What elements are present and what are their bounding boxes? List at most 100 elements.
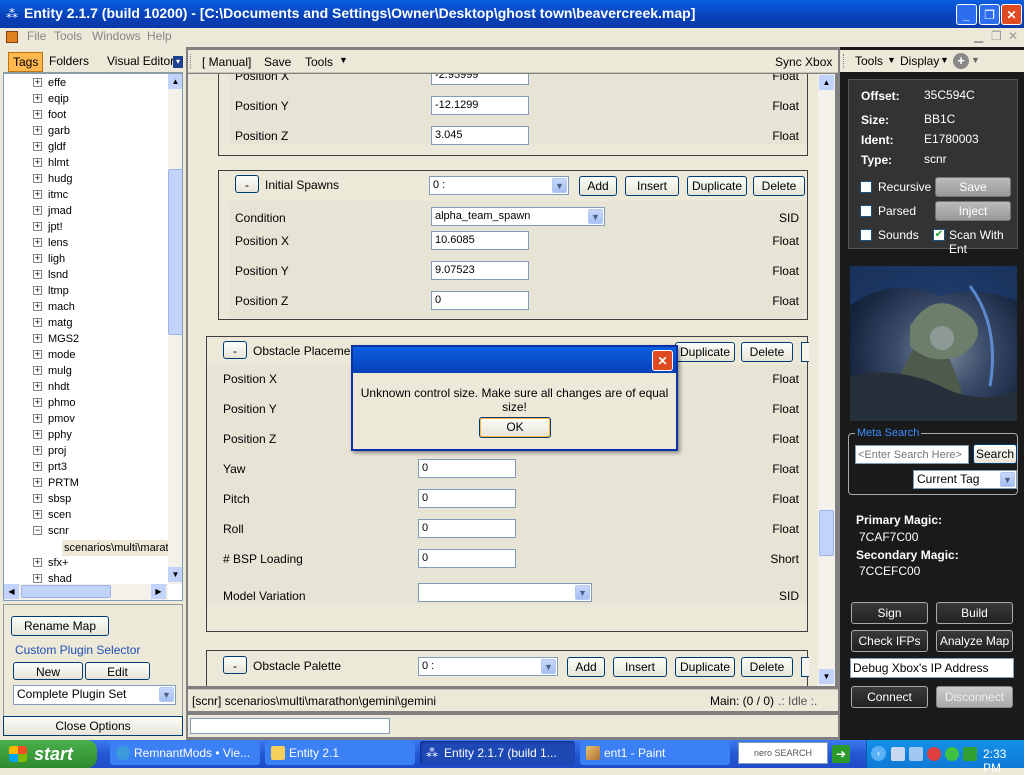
tree-node[interactable]: + sfx+ [4,555,164,571]
mdi-close-icon[interactable]: ✕ [1008,29,1018,43]
scroll-thumb[interactable] [168,169,182,335]
tree-node[interactable]: + nhdt [4,379,164,395]
taskbar-item-entity-app[interactable]: ⁂ Entity 2.1.7 (build 1... [420,741,575,765]
parsed-checkbox[interactable] [860,205,872,217]
tree-node[interactable]: + mach [4,299,164,315]
initial-spawns-add-button[interactable]: Add [579,176,617,196]
initial-spawns-index-combo[interactable]: 0 : ▼ [429,176,569,195]
tab-tags[interactable]: Tags [8,52,44,72]
expand-icon[interactable]: + [33,574,42,583]
tray-expand-icon[interactable]: ‹ [871,746,886,761]
scroll-left-icon[interactable]: ◀ [4,584,19,599]
expand-icon[interactable]: + [33,478,42,487]
tray-network-icon[interactable] [891,747,905,761]
obstacle-palette-add-button[interactable]: Add [567,657,605,677]
disconnect-button[interactable]: Disconnect [936,686,1013,708]
field-input[interactable]: 0 [431,291,529,310]
start-button[interactable]: start [0,740,97,768]
tree-node[interactable]: + garb [4,123,164,139]
edit-plugin-button[interactable]: Edit [85,662,150,680]
tree-node[interactable]: + phmo [4,395,164,411]
chevron-down-icon[interactable]: ▼ [588,209,603,224]
tree-node-selected[interactable]: scenarios\multi\marath [4,540,177,556]
field-input[interactable]: 0 [418,549,516,568]
menu-file[interactable]: File [27,29,46,43]
tree-node[interactable]: + jmad [4,203,164,219]
obstacle-palette-index-combo[interactable]: 0 : ▼ [418,657,558,676]
expand-icon[interactable]: + [33,222,42,231]
dialog-close-button[interactable]: ✕ [652,350,673,371]
tree-node[interactable]: + MGS2 [4,331,164,347]
obstacle-palette-delete-button[interactable]: Delete [741,657,793,677]
tree-vscrollbar[interactable]: ▲ ▼ [168,74,182,584]
chevron-down-icon[interactable]: ▼ [575,585,590,600]
expand-icon[interactable]: + [33,318,42,327]
mdi-restore-icon[interactable]: ❐ [991,29,1002,43]
scroll-down-icon[interactable]: ▼ [168,567,182,582]
initial-spawns-delete-button[interactable]: Delete [753,176,805,196]
condition-combo[interactable]: alpha_team_spawn ▼ [431,207,605,226]
tree-node[interactable]: + gldf [4,139,164,155]
field-input[interactable]: 0 [418,459,516,478]
expand-icon[interactable]: + [33,414,42,423]
collapse-initial-spawns-button[interactable]: - [235,175,259,193]
hscroll-thumb[interactable] [21,585,111,598]
right-tools-dropdown-icon[interactable]: ▼ [887,55,896,65]
taskbar-item-paint[interactable]: ent1 - Paint [580,741,730,765]
right-display-menu[interactable]: Display [900,54,939,68]
expand-icon[interactable]: + [33,206,42,215]
expand-icon[interactable]: + [33,254,42,263]
tree-node[interactable]: + lens [4,235,164,251]
model-variation-combo[interactable]: ▼ [418,583,592,602]
tree-node[interactable]: + mode [4,347,164,363]
expand-icon[interactable]: + [33,158,42,167]
tray-app-icon[interactable] [945,747,959,761]
chevron-down-icon[interactable]: ▼ [159,687,174,702]
scroll-up-icon[interactable]: ▲ [819,75,834,90]
tree-node[interactable]: + hudg [4,171,164,187]
tree-node[interactable]: + matg [4,315,164,331]
expand-icon[interactable]: + [33,94,42,103]
scan-with-ent-checkbox[interactable]: ✔ [933,229,945,241]
new-plugin-button[interactable]: New [13,662,83,680]
inject-button[interactable]: Inject [935,201,1011,221]
field-input[interactable]: -12.1299 [431,96,529,115]
collapse-icon[interactable]: − [33,526,42,535]
taskbar-item-entity-folder[interactable]: Entity 2.1 [265,741,415,765]
expand-icon[interactable]: + [33,142,42,151]
initial-spawns-insert-button[interactable]: Insert [625,176,679,196]
check-ifps-button[interactable]: Check IFPs [851,630,928,652]
mdi-minimize-icon[interactable]: ▁ [974,29,983,43]
recursive-checkbox[interactable] [860,181,872,193]
expand-icon[interactable]: + [33,510,42,519]
expand-icon[interactable]: + [33,238,42,247]
rename-map-button[interactable]: Rename Map [11,616,109,636]
debug-ip-field[interactable]: Debug Xbox's IP Address [850,658,1014,678]
menu-help[interactable]: Help [147,29,172,43]
meta-search-input[interactable] [855,445,969,464]
connect-button[interactable]: Connect [851,686,928,708]
tree-node[interactable]: + ligh [4,251,164,267]
expand-icon[interactable]: + [33,126,42,135]
tree-hscrollbar[interactable]: ◀ ▶ [4,584,168,600]
toolbar-sync-xbox[interactable]: Sync Xbox [775,55,832,69]
tray-security-icon[interactable] [927,747,941,761]
search-button[interactable]: Search [973,444,1017,464]
tab-visual-editor[interactable]: Visual Editor [107,54,174,68]
field-input[interactable]: -2.95999 [431,74,529,85]
collapse-obstacle-palette-button[interactable]: - [223,656,247,674]
tree-node[interactable]: + proj [4,443,164,459]
expand-icon[interactable]: + [33,462,42,471]
expand-icon[interactable]: + [33,366,42,375]
add-dropdown-icon[interactable]: ▼ [971,55,980,65]
expand-icon[interactable]: + [33,494,42,503]
tree-node[interactable]: + pmov [4,411,164,427]
scroll-up-icon[interactable]: ▲ [168,74,182,89]
right-display-dropdown-icon[interactable]: ▼ [940,55,949,65]
right-tools-menu[interactable]: Tools [855,54,883,68]
search-go-icon[interactable]: ➔ [832,745,850,763]
menu-windows[interactable]: Windows [92,29,141,43]
tree-node[interactable]: + prt3 [4,459,164,475]
expand-icon[interactable]: + [33,334,42,343]
tree-node[interactable]: − scnr [4,523,164,539]
